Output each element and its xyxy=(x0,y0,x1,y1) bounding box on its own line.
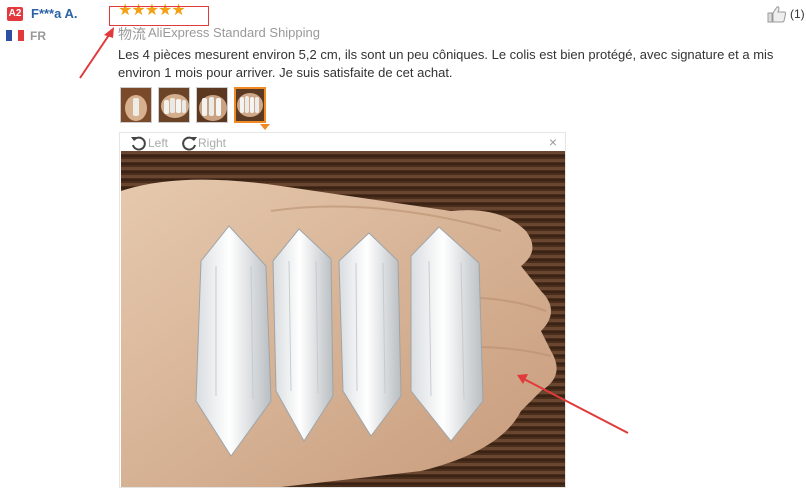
annotation-arrows xyxy=(79,27,629,434)
